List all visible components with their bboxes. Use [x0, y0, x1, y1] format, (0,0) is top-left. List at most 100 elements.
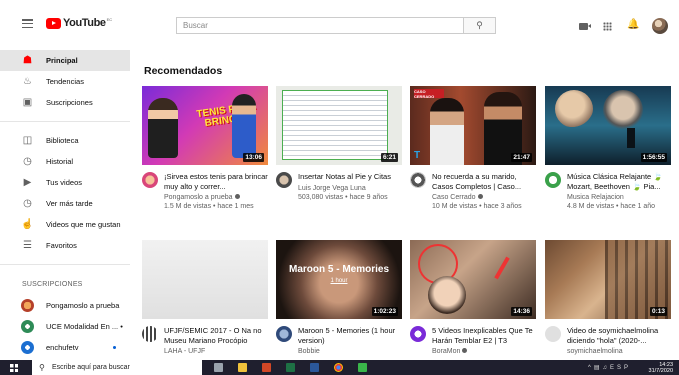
video-thumbnail[interactable]: TENIS PARA BRINCAR 13:06 [142, 86, 268, 165]
video-channel[interactable]: Luis Jorge Vega Luna [298, 184, 402, 193]
thumbnail-portrait [428, 276, 466, 314]
channel-avatar[interactable] [545, 326, 561, 342]
video-stats: 1.5 M de vistas • hace 1 mes [164, 203, 254, 210]
thumbs-up-icon: ☝ [21, 219, 34, 230]
video-channel[interactable]: Pongamoslo a prueba [164, 193, 268, 202]
search-input[interactable]: Buscar [176, 17, 463, 34]
video-title[interactable]: Video de soymichaelmolina diciendo "hola… [567, 326, 671, 345]
system-tray-icons[interactable]: ^▤♫ESP [588, 364, 631, 371]
video-thumbnail[interactable]: 14:36 [410, 240, 536, 319]
sidebar-item-favoritos[interactable]: ☰ Favoritos [0, 235, 130, 256]
video-stats: 10 M de vistas • hace 3 años [432, 203, 522, 210]
video-stats: 4.8 M de vistas • hace 1 año [567, 203, 656, 210]
video-channel[interactable]: soymichaelmolina [567, 347, 671, 356]
video-duration: 14:36 [511, 307, 532, 316]
video-thumbnail[interactable]: Maroon 5 - Memories 1 hour 1:02:23 [276, 240, 402, 319]
channel-avatar[interactable] [276, 172, 292, 188]
powerpoint-icon[interactable] [262, 363, 271, 372]
video-title[interactable]: UFJF/SEMIC 2017 - O Na no Museu Mariano … [164, 326, 268, 345]
sidebar-item-ver-mas-tarde[interactable]: ◷ Ver más tarde [0, 193, 130, 214]
youtube-logo[interactable]: YouTube EC [46, 17, 112, 29]
video-channel[interactable]: LAHA - UFJF [164, 347, 268, 356]
account-avatar[interactable] [652, 18, 668, 34]
video-title[interactable]: Maroon 5 - Memories (1 hour version) [298, 326, 402, 345]
library-icon: ◫ [22, 135, 33, 146]
thumbnail-portrait [555, 90, 593, 128]
video-thumbnail[interactable]: 0:13 [545, 240, 671, 319]
playlist-icon: ☰ [23, 240, 32, 251]
channel-avatar [21, 320, 34, 333]
video-title[interactable]: ¡Sirvea estos tenis para brincar muy alt… [164, 172, 268, 191]
sidebar-divider [0, 121, 130, 122]
video-title[interactable]: No recuerda a su marido, Casos Completos… [432, 172, 536, 191]
create-video-icon[interactable] [579, 23, 591, 30]
thumbnail-text: Maroon 5 - Memories [288, 264, 390, 275]
sidebar: ☗ Principal ♨ Tendencias ▣ Suscripciones… [0, 50, 130, 360]
video-title[interactable]: Música Clásica Relajante 🍃 Mozart, Beeth… [567, 172, 671, 191]
new-content-dot [113, 346, 116, 349]
sidebar-item-tus-videos[interactable]: ▶ Tus videos [0, 172, 130, 193]
video-duration: 21:47 [511, 153, 532, 162]
clock-date: 31/7/2020 [648, 368, 673, 374]
app-icon[interactable] [358, 363, 367, 372]
video-card[interactable]: TENIS PARA BRINCAR 13:06 ¡Sirvea estos t… [142, 86, 268, 211]
sidebar-item-suscripciones[interactable]: ▣ Suscripciones [0, 92, 130, 113]
sidebar-item-principal[interactable]: ☗ Principal [0, 50, 130, 71]
verified-icon [234, 194, 240, 199]
video-channel[interactable]: Musica Relajacion [567, 193, 671, 202]
verified-icon [462, 348, 468, 353]
video-thumbnail[interactable]: CASO CERRADO T 21:47 [410, 86, 536, 165]
video-channel[interactable]: BoraMon [432, 347, 536, 356]
video-card[interactable]: 6:21 Insertar Notas al Pie y Citas Luis … [276, 86, 402, 202]
clock[interactable]: 14:23 31/7/2020 [649, 362, 673, 374]
windows-start-icon[interactable] [10, 364, 18, 372]
video-channel[interactable]: Bobbie [298, 347, 402, 356]
search-button[interactable]: ⚲ [463, 17, 496, 34]
video-duration: 13:06 [243, 153, 264, 162]
fire-icon: ♨ [23, 76, 32, 87]
subscription-item[interactable]: UCE Modalidad En ... • [0, 316, 130, 337]
subscription-item[interactable]: Pongamoslo a prueba [0, 295, 130, 316]
video-title[interactable]: Insertar Notas al Pie y Citas [298, 172, 402, 182]
menu-icon[interactable] [22, 19, 33, 28]
channel-avatar[interactable] [545, 172, 561, 188]
search-icon: ⚲ [476, 20, 483, 30]
my-videos-icon: ▶ [23, 177, 32, 188]
sidebar-item-tendencias[interactable]: ♨ Tendencias [0, 71, 130, 92]
subscriptions-heading: SUSCRIPCIONES [22, 280, 83, 288]
video-card[interactable]: UFJF/SEMIC 2017 - O Na no Museu Mariano … [142, 240, 268, 356]
sidebar-item-historial[interactable]: ◷ Historial [0, 151, 130, 172]
subscription-item[interactable]: enchufetv [0, 337, 130, 358]
chrome-icon[interactable] [334, 363, 343, 372]
taskbar-search-input[interactable]: ⚲ Escribe aquí para buscar [32, 360, 202, 375]
thumbnail-person [232, 94, 256, 158]
video-channel[interactable]: Caso Cerrado [432, 193, 536, 202]
video-card[interactable]: CASO CERRADO T 21:47 No recuerda a su ma… [410, 86, 536, 211]
channel-avatar[interactable] [142, 326, 158, 342]
video-card[interactable]: 0:13 Video de soymichaelmolina diciendo … [545, 240, 671, 356]
video-duration: 1:02:23 [371, 307, 398, 316]
channel-avatar[interactable] [142, 172, 158, 188]
video-thumbnail[interactable]: 6:21 [276, 86, 402, 165]
channel-avatar[interactable] [276, 326, 292, 342]
video-title[interactable]: 5 Videos Inexplicables Que Te Harán Temb… [432, 326, 536, 345]
video-thumbnail[interactable] [142, 240, 268, 319]
language-indicator[interactable]: ESP [610, 365, 631, 371]
windows-taskbar: ⚲ Escribe aquí para buscar ^▤♫ESP 14:23 … [0, 360, 679, 375]
subscriptions-icon: ▣ [22, 97, 33, 108]
channel-avatar[interactable] [410, 172, 426, 188]
sidebar-item-videos-me-gustan[interactable]: ☝ Videos que me gustan [0, 214, 130, 235]
excel-icon[interactable] [286, 363, 295, 372]
file-explorer-icon[interactable] [238, 363, 247, 372]
channel-avatar [21, 299, 34, 312]
video-thumbnail[interactable]: 1:56:55 [545, 86, 671, 165]
video-card[interactable]: 1:56:55 Música Clásica Relajante 🍃 Mozar… [545, 86, 671, 211]
bell-icon[interactable]: 🔔 [627, 20, 639, 30]
channel-avatar[interactable] [410, 326, 426, 342]
sidebar-item-biblioteca[interactable]: ◫ Biblioteca [0, 130, 130, 151]
video-card[interactable]: Maroon 5 - Memories 1 hour 1:02:23 Maroo… [276, 240, 402, 356]
apps-icon[interactable] [603, 22, 612, 31]
word-icon[interactable] [310, 363, 319, 372]
video-card[interactable]: 14:36 5 Videos Inexplicables Que Te Hará… [410, 240, 536, 356]
task-view-icon[interactable] [214, 363, 223, 372]
